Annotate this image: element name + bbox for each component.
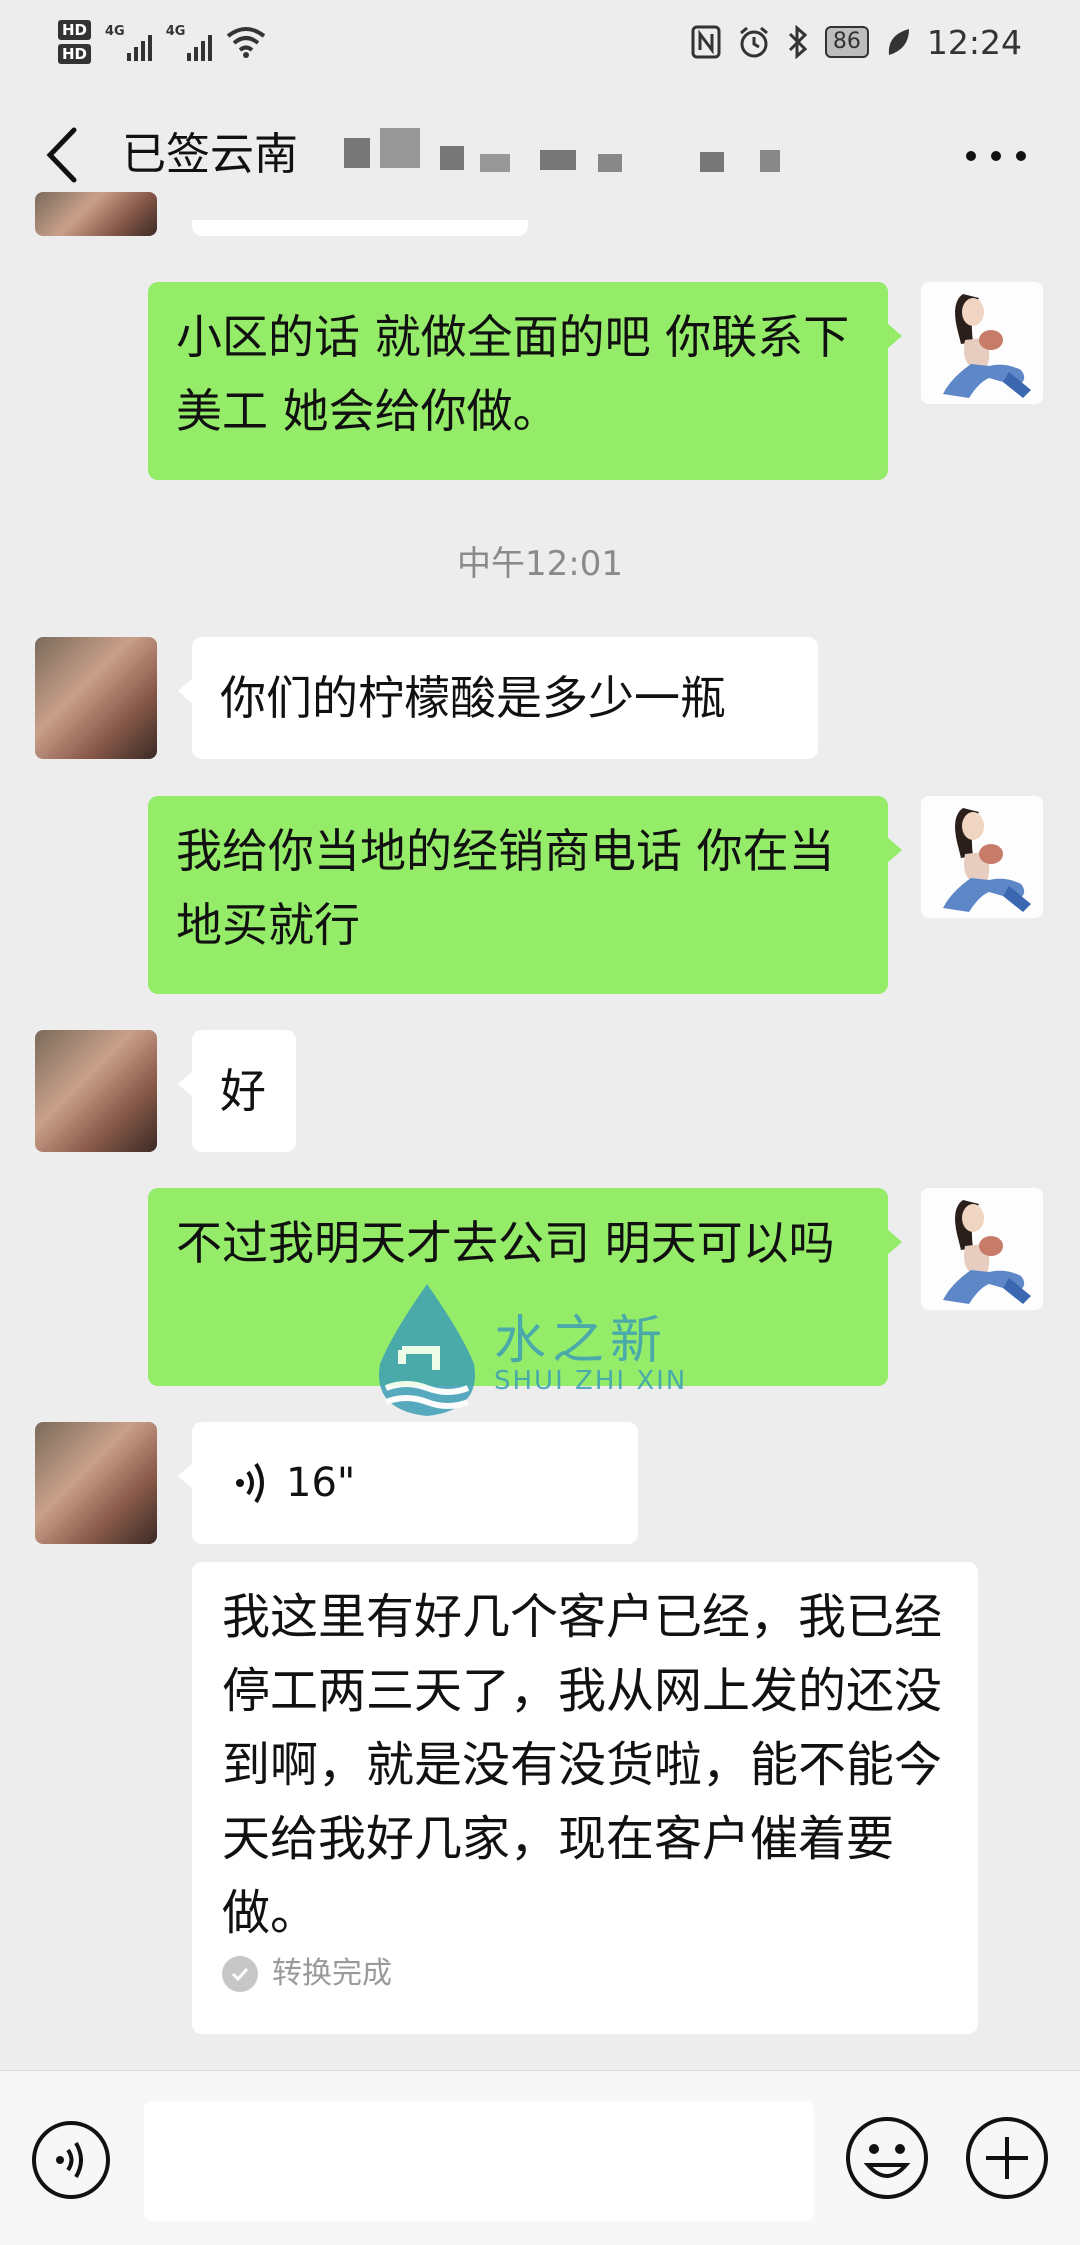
message-text: 好 xyxy=(220,1064,266,1118)
status-time: 12:24 xyxy=(926,22,1022,62)
contact-avatar[interactable] xyxy=(35,637,157,759)
watermark-logo: 水之新 SHUI ZHI XIN xyxy=(372,1280,712,1420)
voice-message-bubble[interactable]: 16" xyxy=(178,1422,638,1544)
contact-avatar[interactable] xyxy=(35,1422,157,1544)
chevron-left-icon[interactable] xyxy=(38,120,88,190)
status-bar: HD HD 4G 4G 86 12:24 xyxy=(0,0,1080,80)
sim2-signal: 4G xyxy=(166,24,213,61)
status-bar-left: HD HD 4G 4G xyxy=(58,14,266,70)
my-avatar[interactable] xyxy=(921,796,1043,918)
my-avatar[interactable] xyxy=(921,282,1043,404)
message-text: 你们的柠檬酸是多少一瓶 xyxy=(220,671,726,725)
nfc-icon xyxy=(691,25,721,59)
transcript-text: 我这里有好几个客户已经，我已经停工两三天了，我从网上发的还没到啊，就是没有没货啦… xyxy=(222,1589,943,1941)
voice-duration: 16" xyxy=(286,1460,356,1506)
voice-transcript[interactable]: 我这里有好几个客户已经，我已经停工两三天了，我从网上发的还没到啊，就是没有没货啦… xyxy=(192,1562,978,2034)
leaf-icon xyxy=(888,29,909,55)
message-input[interactable] xyxy=(144,2101,814,2221)
alarm-icon xyxy=(739,26,768,58)
check-circle-icon xyxy=(222,1956,258,1992)
bluetooth-icon xyxy=(788,25,808,59)
chat-header: 已签云南 xyxy=(0,80,1080,230)
illustrated-avatar-icon xyxy=(921,1188,1043,1310)
watermark-en-text: SHUI ZHI XIN xyxy=(494,1366,688,1396)
illustrated-avatar-icon xyxy=(921,796,1043,918)
message-bubble-received[interactable]: 好 xyxy=(178,1030,296,1152)
my-avatar[interactable] xyxy=(921,1188,1043,1310)
hd-indicators: HD HD xyxy=(58,20,92,64)
hd-badge-2: HD xyxy=(58,44,92,64)
chat-input-bar xyxy=(0,2070,1080,2245)
sim1-network-label: 4G xyxy=(105,23,125,39)
voice-toggle-icon[interactable] xyxy=(30,2119,112,2201)
signal-icon xyxy=(187,31,213,61)
sim2-network-label: 4G xyxy=(165,23,186,39)
chat-area[interactable]: 小区的话 就做全面的吧 你联系下美工 她会给你做。 中午12:01 你们的柠檬酸… xyxy=(0,192,1080,2070)
message-text: 不过我明天才去公司 明天可以吗 xyxy=(176,1216,835,1270)
partial-message-bubble xyxy=(192,220,528,236)
message-timestamp: 中午12:01 xyxy=(457,544,623,584)
message-text: 小区的话 就做全面的吧 你联系下美工 她会给你做。 xyxy=(176,310,850,438)
sim1-signal: 4G xyxy=(105,24,152,61)
contact-avatar[interactable] xyxy=(35,1030,157,1152)
status-bar-right: 86 12:24 xyxy=(691,14,1022,70)
transcript-status: 转换完成 xyxy=(222,1954,948,1994)
battery-indicator: 86 xyxy=(824,26,869,58)
message-bubble-received[interactable]: 你们的柠檬酸是多少一瓶 xyxy=(178,637,818,759)
message-bubble-sent[interactable]: 我给你当地的经销商电话 你在当地买就行 xyxy=(148,796,902,994)
message-text: 我给你当地的经销商电话 你在当地买就行 xyxy=(176,824,835,952)
plus-icon[interactable] xyxy=(964,2115,1050,2201)
chat-title: 已签云南 xyxy=(122,129,298,180)
message-bubble-sent[interactable]: 小区的话 就做全面的吧 你联系下美工 她会给你做。 xyxy=(148,282,902,480)
water-drop-logo-icon xyxy=(378,1284,476,1416)
watermark-cn-text: 水之新 xyxy=(494,1311,669,1371)
contact-avatar[interactable] xyxy=(35,192,157,236)
emoji-icon[interactable] xyxy=(844,2115,930,2201)
voice-wave-icon xyxy=(236,1462,264,1504)
hd-badge-1: HD xyxy=(58,20,92,40)
illustrated-avatar-icon xyxy=(921,282,1043,404)
wifi-icon xyxy=(227,27,266,58)
transcript-status-label: 转换完成 xyxy=(272,1956,392,1991)
signal-icon xyxy=(126,31,152,61)
redacted-title-mask xyxy=(340,124,810,190)
more-dots-icon[interactable] xyxy=(966,146,1026,166)
